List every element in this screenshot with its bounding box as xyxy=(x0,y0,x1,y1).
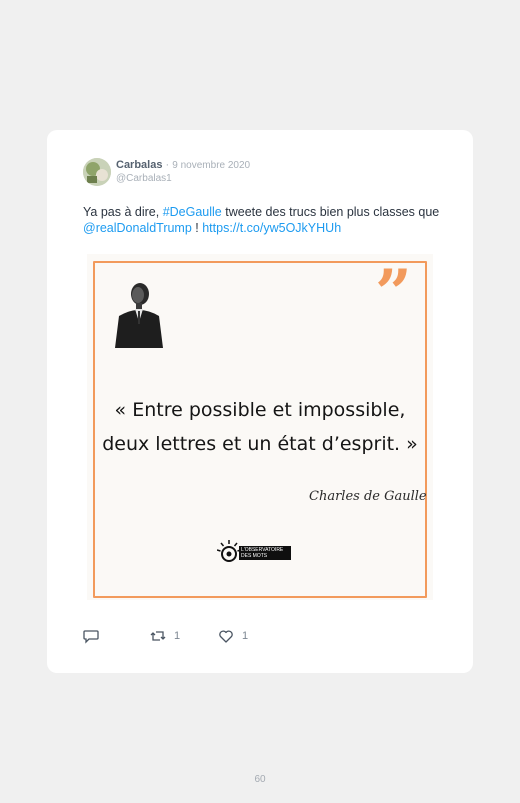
de-gaulle-photo xyxy=(109,278,169,348)
page-number: 60 xyxy=(254,774,266,785)
retweet-icon xyxy=(150,631,166,641)
tweet-text-part2: tweete des trucs bien plus classes que xyxy=(221,205,440,219)
logo-line-2: DES MOTS xyxy=(241,553,268,559)
avatar[interactable] xyxy=(83,158,111,186)
reply-icon xyxy=(83,630,99,644)
logo-text: L'OBSERVATOIRE DES MOTS xyxy=(239,546,291,560)
quote-line-2: deux lettres et un état d’esprit. » xyxy=(102,433,418,455)
like-count: 1 xyxy=(242,630,249,642)
tweet-actions: 1 1 xyxy=(83,628,283,644)
quote-line-1: « Entre possible et impossible, xyxy=(114,399,406,421)
retweet-count: 1 xyxy=(174,630,181,642)
hashtag-link[interactable]: #DeGaulle xyxy=(163,205,222,219)
author-line: Carbalas · 9 novembre 2020 xyxy=(116,159,250,171)
url-link[interactable]: https://t.co/yw5OJkYHUh xyxy=(202,221,341,235)
tweet-text: Ya pas à dire, #DeGaulle tweete des truc… xyxy=(83,204,443,236)
reply-button[interactable] xyxy=(83,628,99,644)
like-button[interactable]: 1 xyxy=(218,628,248,644)
quote-author: Charles de Gaulle xyxy=(309,489,427,504)
author-name[interactable]: Carbalas xyxy=(116,159,162,171)
mention-link[interactable]: @realDonaldTrump xyxy=(83,221,192,235)
quote-image[interactable]: ” « Entre possible et impossible, deux l… xyxy=(87,254,433,600)
heart-icon xyxy=(219,630,233,643)
separator: · xyxy=(165,159,170,171)
tweet-text-part3: ! xyxy=(191,221,203,235)
tweet-card[interactable]: Carbalas · 9 novembre 2020 @Carbalas1 Ya… xyxy=(47,130,473,673)
author-handle[interactable]: @Carbalas1 xyxy=(116,173,172,184)
retweet-button[interactable]: 1 xyxy=(150,628,180,644)
quote-mark-icon: ” xyxy=(375,256,412,331)
tweet-text-part1: Ya pas à dire, xyxy=(83,205,163,219)
tweet-date[interactable]: 9 novembre 2020 xyxy=(172,160,250,171)
observatoire-logo: L'OBSERVATOIRE DES MOTS xyxy=(217,539,301,565)
